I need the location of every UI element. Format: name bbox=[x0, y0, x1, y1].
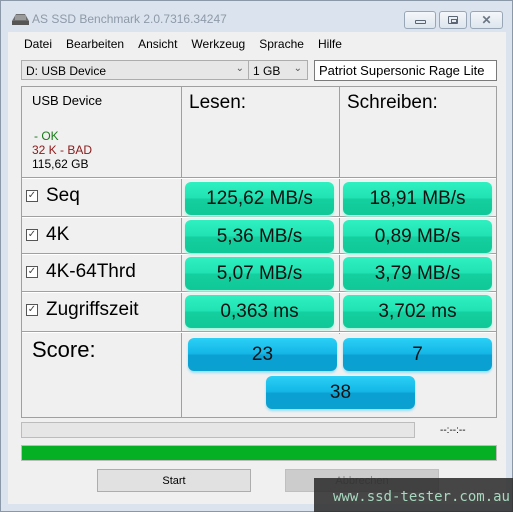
client-area: Datei Bearbeiten Ansicht Werkzeug Sprach… bbox=[8, 32, 506, 504]
score-write: 7 bbox=[343, 338, 492, 371]
menu-werkzeug[interactable]: Werkzeug bbox=[184, 32, 252, 54]
4k-write-result: 0,89 MB/s bbox=[343, 220, 492, 253]
grid-divider bbox=[22, 253, 496, 255]
device-name: USB Device bbox=[32, 93, 103, 108]
access-time-write-result: 3,702 ms bbox=[343, 295, 492, 328]
watermark: www.ssd-tester.com.au bbox=[314, 478, 513, 512]
test-label-access-time: Zugriffszeit bbox=[46, 299, 139, 320]
close-icon: ✕ bbox=[481, 13, 492, 27]
seq-read-result: 125,62 MB/s bbox=[185, 182, 334, 215]
grid-divider bbox=[22, 331, 496, 333]
checkbox-access-time[interactable]: ✓ bbox=[26, 304, 38, 316]
drive-select[interactable]: D: USB Device ⌄ bbox=[21, 60, 250, 80]
test-progress-bar bbox=[21, 422, 415, 438]
score-total: 38 bbox=[266, 376, 415, 409]
start-button[interactable]: Start bbox=[97, 469, 251, 492]
chevron-down-icon: ⌄ bbox=[293, 63, 302, 74]
menu-hilfe[interactable]: Hilfe bbox=[311, 32, 349, 54]
title-bar[interactable]: AS SSD Benchmark 2.0.7316.34247 ✕ bbox=[1, 1, 512, 32]
4k-64thrd-write-result: 3,79 MB/s bbox=[343, 257, 492, 290]
checkbox-seq[interactable]: ✓ bbox=[26, 190, 38, 202]
test-label-4k-64thrd: 4K-64Thrd bbox=[46, 261, 136, 282]
minimize-button[interactable] bbox=[404, 11, 436, 29]
test-size-select[interactable]: 1 GB ⌄ bbox=[248, 60, 308, 80]
close-button[interactable]: ✕ bbox=[470, 11, 503, 29]
device-label-input[interactable] bbox=[314, 60, 497, 81]
score-label: Score: bbox=[32, 337, 96, 362]
read-column-header: Lesen: bbox=[189, 92, 247, 113]
device-status-ok: - OK bbox=[34, 129, 59, 143]
app-window: AS SSD Benchmark 2.0.7316.34247 ✕ Datei … bbox=[0, 0, 513, 512]
test-size-value: 1 GB bbox=[253, 64, 281, 78]
test-label-seq: Seq bbox=[46, 185, 80, 206]
checkbox-4k[interactable]: ✓ bbox=[26, 229, 38, 241]
grid-divider bbox=[22, 177, 496, 179]
results-grid: USB Device - OK 32 K - BAD 115,62 GB Les… bbox=[21, 86, 497, 418]
overall-progress-bar bbox=[21, 445, 497, 461]
maximize-icon bbox=[448, 16, 458, 24]
menu-bearbeiten[interactable]: Bearbeiten bbox=[59, 32, 131, 54]
grid-divider bbox=[339, 87, 340, 334]
menu-datei[interactable]: Datei bbox=[17, 32, 59, 54]
app-drive-icon bbox=[12, 14, 29, 25]
window-title: AS SSD Benchmark 2.0.7316.34247 bbox=[32, 12, 227, 26]
overall-progress-fill bbox=[22, 446, 496, 460]
write-column-header: Schreiben: bbox=[347, 92, 438, 113]
checkbox-4k-64thrd[interactable]: ✓ bbox=[26, 266, 38, 278]
grid-divider bbox=[22, 291, 496, 293]
chevron-down-icon: ⌄ bbox=[235, 63, 244, 74]
access-time-read-result: 0,363 ms bbox=[185, 295, 334, 328]
grid-divider bbox=[181, 87, 182, 417]
test-row-seq[interactable]: ✓ Seq bbox=[26, 183, 80, 209]
menu-sprache[interactable]: Sprache bbox=[252, 32, 311, 54]
device-alignment-bad: 32 K - BAD bbox=[32, 143, 93, 157]
seq-write-result: 18,91 MB/s bbox=[343, 182, 492, 215]
menu-bar: Datei Bearbeiten Ansicht Werkzeug Sprach… bbox=[8, 32, 506, 54]
drive-select-value: D: USB Device bbox=[26, 64, 107, 78]
minimize-icon bbox=[414, 19, 426, 24]
maximize-button[interactable] bbox=[439, 11, 467, 29]
menu-ansicht[interactable]: Ansicht bbox=[131, 32, 184, 54]
test-label-4k: 4K bbox=[46, 224, 70, 245]
score-read: 23 bbox=[188, 338, 337, 371]
4k-read-result: 5,36 MB/s bbox=[185, 220, 334, 253]
4k-64thrd-read-result: 5,07 MB/s bbox=[185, 257, 334, 290]
elapsed-timer: --:--:-- bbox=[440, 425, 466, 436]
device-capacity: 115,62 GB bbox=[32, 157, 89, 171]
score-section: Score: bbox=[22, 334, 181, 417]
test-row-4k[interactable]: ✓ 4K bbox=[26, 222, 69, 248]
test-row-access-time[interactable]: ✓ Zugriffszeit bbox=[26, 297, 139, 323]
test-row-4k-64thrd[interactable]: ✓ 4K-64Thrd bbox=[26, 259, 136, 285]
grid-divider bbox=[22, 216, 496, 218]
